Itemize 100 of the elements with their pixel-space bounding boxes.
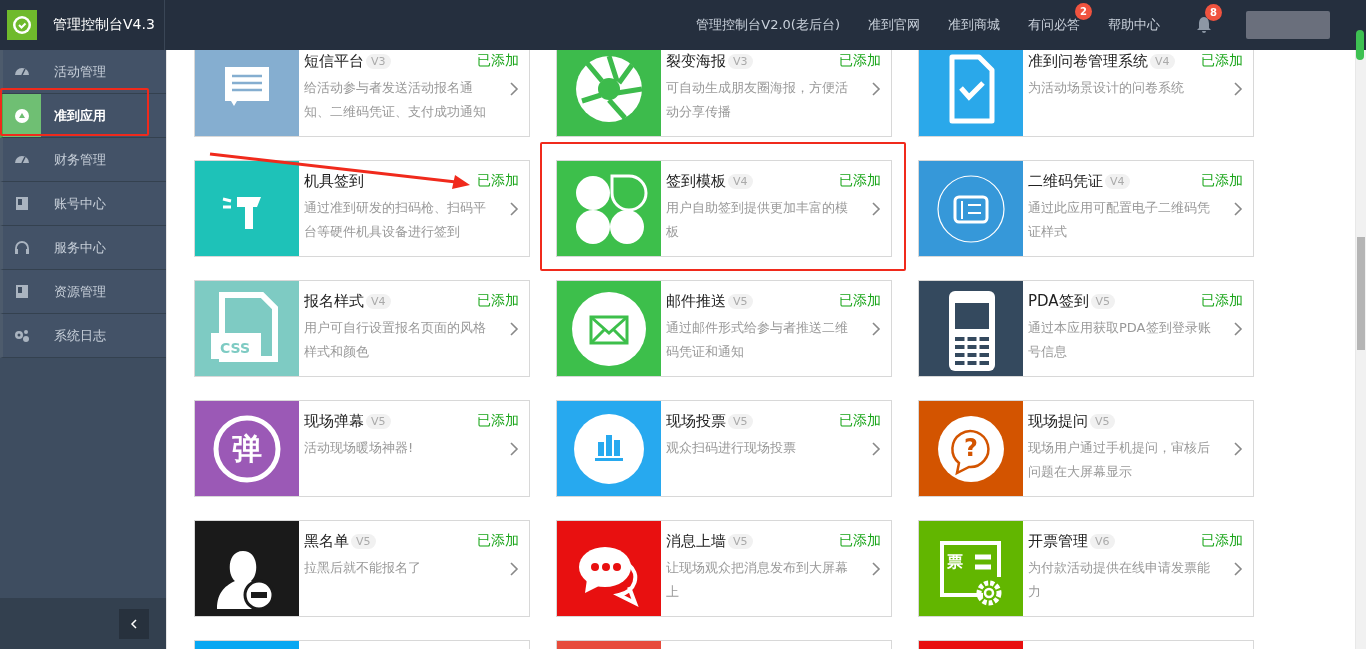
chevron-right-icon [509, 562, 519, 576]
chevron-right-icon [1233, 442, 1243, 456]
app-title: 现场投票 [666, 411, 726, 431]
scroll-indicator [1356, 30, 1364, 60]
app-description: 用户自助签到提供更加丰富的模板 [666, 199, 849, 241]
app-card[interactable]: 机具签到 已添加 通过准到研发的扫码枪、扫码平台等硬件机具设备进行签到 [194, 160, 530, 257]
version-badge: V4 [1105, 173, 1130, 189]
app-card[interactable]: 消息上墙 V5 已添加 让现场观众把消息发布到大屏幕上 [556, 520, 892, 617]
app-description: 给活动参与者发送活动报名通知、二维码凭证、支付成功通知 [304, 79, 487, 121]
app-description: 用户可自行设置报名页面的风格样式和颜色 [304, 319, 487, 361]
chevron-left-icon [130, 618, 138, 629]
icon-label: ? [964, 436, 978, 460]
chevron-right-icon [871, 82, 881, 96]
version-badge: V4 [728, 173, 753, 189]
chevron-right-icon [1233, 202, 1243, 216]
version-badge: V5 [728, 533, 753, 549]
chevron-right-icon [871, 442, 881, 456]
version-badge: V5 [728, 293, 753, 309]
nav-link[interactable]: 准到官网 [868, 16, 920, 34]
nav-link[interactable]: 帮助中心 [1108, 16, 1160, 34]
app-description: 观众扫码进行现场投票 [666, 439, 797, 457]
book-icon [13, 282, 31, 301]
app-description: 通过此应用可配置电子二维码凭证样式 [1028, 199, 1211, 241]
app-title: 现场弹幕 [304, 411, 364, 431]
sidebar-item[interactable]: 财务管理 [0, 138, 166, 182]
icon-label: CSS [219, 341, 251, 355]
chevron-right-icon [871, 322, 881, 336]
sidebar-item[interactable]: 服务中心 [0, 226, 166, 270]
app-card[interactable]: 二维码凭证 V4 已添加 通过此应用可配置电子二维码凭证样式 [918, 160, 1254, 257]
status-label: 已添加 [1201, 172, 1243, 190]
app-title: 开票管理 [1028, 531, 1088, 551]
status-label: 已添加 [1201, 292, 1243, 310]
app-card[interactable]: 黑名单 V5 已添加 拉黑后就不能报名了 [194, 520, 530, 617]
app-title: 裂变海报 [666, 51, 726, 71]
app-description: 通过邮件形式给参与者推送二维码凭证和通知 [666, 319, 849, 361]
status-label: 已添加 [477, 292, 519, 310]
nav-link[interactable]: 管理控制台V2.0(老后台) [696, 16, 840, 34]
status-label: 已添加 [839, 532, 881, 550]
version-badge: V6 [1090, 533, 1115, 549]
sidebar-item[interactable]: 账号中心 [0, 182, 166, 226]
status-label: 已添加 [839, 52, 881, 70]
icon-label: 弹 [232, 433, 262, 464]
app-description: 可自动生成朋友圈海报，方便活动分享传播 [666, 79, 849, 121]
headset-icon [13, 238, 31, 257]
collapse-button[interactable] [119, 608, 149, 639]
app-title: 签到模板 [666, 171, 726, 191]
version-badge: V3 [728, 53, 753, 69]
version-badge: V5 [351, 533, 376, 549]
app-description: 为活动场景设计的问卷系统 [1028, 79, 1185, 97]
app-card[interactable]: 短信平台 V3 已添加 给活动参与者发送活动报名通知、二维码凭证、支付成功通知 [194, 50, 530, 137]
status-label: 已添加 [477, 172, 519, 190]
sidebar-item[interactable]: 准到应用 [0, 94, 166, 138]
chevron-right-icon [1233, 562, 1243, 576]
version-badge: V5 [1090, 293, 1116, 309]
app-card[interactable]: 准到问卷管理系统 V4 已添加 为活动场景设计的问卷系统 [918, 50, 1254, 137]
app-title: 机具签到 [304, 171, 364, 191]
app-card[interactable]: 弹 现场弹幕 V5 已添加 活动现场暖场神器! [194, 400, 530, 497]
version-badge: V4 [366, 293, 391, 309]
app-card[interactable]: CSS 报名样式 V4 已添加 用户可自行设置报名页面的风格样式和颜色 [194, 280, 530, 377]
app-title: 管理控制台V4.3 [53, 16, 155, 34]
chevron-right-icon [509, 202, 519, 216]
app-description: 让现场观众把消息发布到大屏幕上 [666, 559, 849, 601]
app-card[interactable]: 邮件推送 V5 已添加 通过邮件形式给参与者推送二维码凭证和通知 [556, 280, 892, 377]
status-label: 已添加 [1201, 532, 1243, 550]
status-label: 已添加 [477, 52, 519, 70]
chevron-right-icon [871, 202, 881, 216]
app-card[interactable]: ? 现场提问 V5 现场用户通过手机提问，审核后问题在大屏幕显示 [918, 400, 1254, 497]
app-title: 报名样式 [304, 291, 364, 311]
app-title: 现场提问 [1028, 411, 1088, 431]
app-title: 邮件推送 [666, 291, 726, 311]
version-badge: V4 [1150, 53, 1175, 69]
version-badge: V5 [366, 413, 391, 429]
logo-icon [7, 10, 37, 40]
version-badge: V5 [728, 413, 753, 429]
sidebar-item[interactable]: 活动管理 [0, 50, 166, 94]
app-card[interactable]: PDA签到 V5 已添加 通过本应用获取PDA签到登录账号信息 [918, 280, 1254, 377]
scrollbar[interactable] [1355, 50, 1366, 649]
status-label: 已添加 [839, 412, 881, 430]
app-card[interactable]: 签到模板 V4 已添加 用户自助签到提供更加丰富的模板 [556, 160, 892, 257]
status-label: 已添加 [839, 172, 881, 190]
sidebar-item[interactable]: 系统日志 [0, 314, 166, 358]
app-description: 通过本应用获取PDA签到登录账号信息 [1028, 319, 1212, 361]
app-card[interactable]: 裂变海报 V3 已添加 可自动生成朋友圈海报，方便活动分享传播 [556, 50, 892, 137]
sidebar-item[interactable]: 资源管理 [0, 270, 166, 314]
book-icon [13, 194, 31, 213]
app-title: 消息上墙 [666, 531, 726, 551]
scrollbar-thumb[interactable] [1357, 237, 1365, 350]
app-description: 现场用户通过手机提问，审核后问题在大屏幕显示 [1028, 439, 1211, 481]
status-label: 已添加 [477, 532, 519, 550]
bell-icon[interactable] [1196, 16, 1212, 34]
count-badge: 2 [1075, 3, 1092, 20]
app-description: 活动现场暖场神器! [304, 439, 415, 457]
chevron-right-icon [1233, 82, 1243, 96]
nav-link[interactable]: 准到商城 [948, 16, 1000, 34]
app-title: 短信平台 [304, 51, 364, 71]
app-title: 二维码凭证 [1028, 171, 1103, 191]
app-card[interactable]: 票 开票管理 V6 已添加 为付款活动提供在线申请发票能力 [918, 520, 1254, 617]
app-card[interactable]: 现场投票 V5 已添加 观众扫码进行现场投票 [556, 400, 892, 497]
circle-icon [13, 106, 31, 125]
status-label: 已添加 [477, 412, 519, 430]
